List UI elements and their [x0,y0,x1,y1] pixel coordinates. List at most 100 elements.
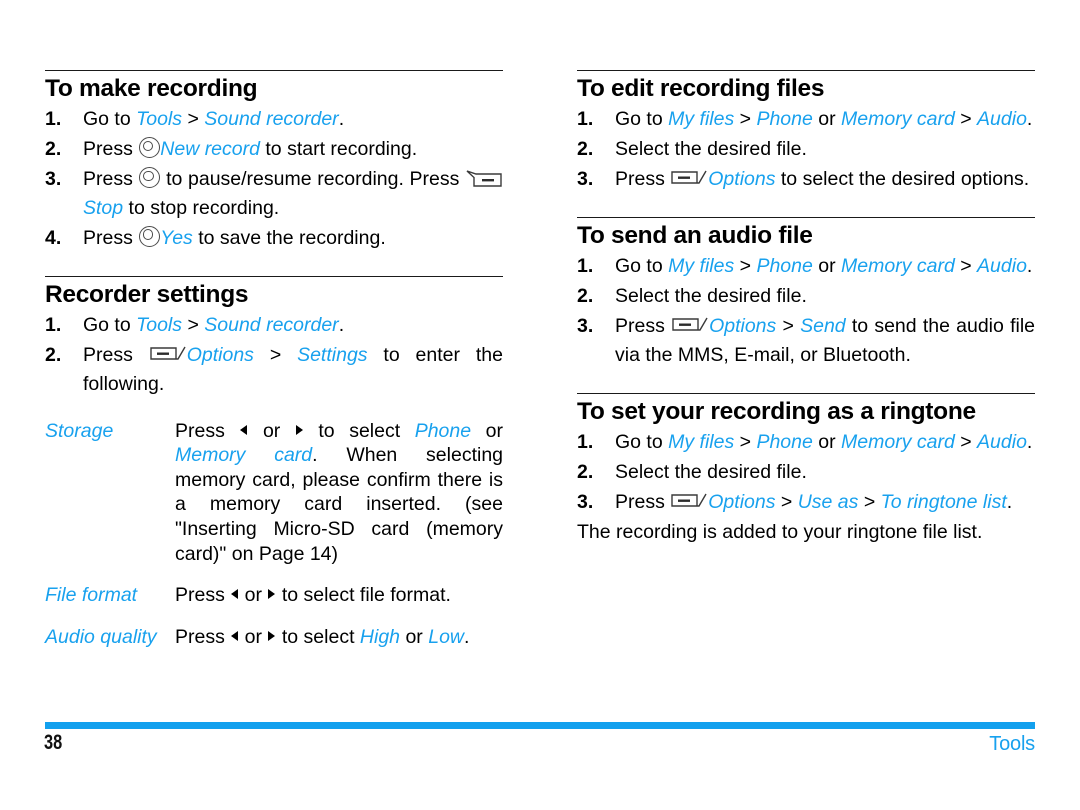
step-text: Select the desired file. [615,285,807,307]
left-column: To make recording 1. Go to Tools > Sound r… [45,70,503,667]
step-item: 2. Press Options > Settings to enter the … [45,341,503,399]
step-number: 3. [577,315,594,338]
section-heading: To edit recording files [577,75,825,102]
body-text: Press [175,419,240,442]
step-text: Go to Tools > Sound recorder. [83,314,344,336]
menu-path-term: My files [668,431,735,454]
footer-accent-bar [45,722,1035,729]
step-text: Go to My files > Phone or Memory card > … [615,108,1032,130]
step-text: Select the desired file. [615,138,807,160]
menu-path-term: Memory card [841,431,955,454]
body-text: or [812,108,842,131]
step-text: Select the desired file. [615,461,807,483]
definition-row: Storage Press or to select Phone or Memor… [45,419,503,566]
menu-path-term: Stop [83,197,124,220]
left-arrow-icon [231,631,239,642]
ok-center-key-icon [139,167,161,189]
menu-path-term: Audio [977,431,1027,454]
definition-row: Audio quality Press or to select High or … [45,625,503,650]
step-list: 1. Go to My files > Phone or Memory card … [577,428,1035,517]
body-text: Press [83,344,149,367]
body-text: or [239,626,268,649]
body-text: > [182,108,205,131]
menu-path-term: Settings [297,344,368,367]
body-text: > [775,491,798,514]
body-text: Select the desired file. [615,461,807,484]
body-text: > [182,314,205,337]
body-text: > [858,491,881,514]
body-text: > [954,431,978,454]
step-text: Press New record to start recording. [83,137,417,160]
menu-path-term: Options [709,315,777,338]
body-text: Press [175,626,231,649]
body-text: > [734,108,757,131]
menu-path-term: Yes [160,226,193,249]
step-number: 1. [45,314,62,337]
right-soft-key-icon [671,170,707,187]
section-divider [45,70,503,71]
step-text: Go to Tools > Sound recorder. [83,108,344,130]
body-text: or [471,419,503,442]
menu-path-term: My files [668,255,735,278]
step-item: 1. Go to My files > Phone or Memory card … [577,105,1035,134]
body-text: or [248,419,295,442]
manual-page: To make recording 1. Go to Tools > Sound r… [0,0,1080,810]
menu-path-term: Audio [977,255,1027,278]
menu-path-term: Sound recorder [204,108,339,131]
section-divider [577,217,1035,219]
ok-center-key-icon [139,137,161,159]
step-number: 3. [577,491,594,514]
step-text: Press to pause/resume recording. Press S… [83,167,503,220]
body-text: Press [175,584,231,607]
step-item: 3. Press Options to select the desired op… [577,165,1035,194]
menu-path-term: Low [428,626,464,649]
definition-term: Storage [45,419,114,442]
settings-definition-list: Storage Press or to select Phone or Memor… [45,419,503,650]
body-text: Select the desired file. [615,285,807,308]
step-item: 1. Go to Tools > Sound recorder. [45,311,503,340]
right-column: To edit recording files 1. Go to My files … [577,70,1035,667]
right-arrow-icon [295,424,303,435]
menu-path-term: Sound recorder [204,314,339,337]
step-item: 2. Select the desired file. [577,282,1035,311]
definition-row: File format Press or to select file forma… [45,583,503,608]
menu-path-term: Audio [977,108,1027,131]
step-text: Press Options > Settings to enter the fo… [83,344,503,395]
step-item: 3. Press to pause/resume recording. Press… [45,165,503,223]
body-text: or [239,584,268,607]
step-number: 2. [577,138,594,161]
step-item: 2. Select the desired file. [577,458,1035,487]
menu-path-term: Options [186,344,254,367]
body-text: Go to [615,108,669,131]
step-item: 2. Select the desired file. [577,135,1035,164]
body-text: . [1006,491,1013,514]
definition-term: File format [45,584,138,607]
body-text: . [1026,108,1033,131]
step-text: Go to My files > Phone or Memory card > … [615,255,1032,277]
body-text: to save the recording. [192,226,386,249]
menu-path-term: Memory card [175,444,313,467]
step-number: 2. [577,461,594,484]
body-text: > [954,108,978,131]
body-text: or [400,626,429,649]
section-divider [577,70,1035,71]
menu-path-term: Options [708,491,776,514]
menu-path-term: Phone [756,431,813,454]
step-text: Press Yes to save the recording. [83,225,386,249]
body-text: Go to [83,108,137,131]
body-text: Press [615,168,671,191]
section-heading: Recorder settings [45,280,249,308]
body-text: > [253,344,298,367]
body-text: to select [276,626,360,649]
step-number: 3. [45,168,62,191]
menu-path-term: High [359,626,401,649]
body-text: Go to [615,255,669,278]
step-number: 2. [45,344,62,367]
section-divider [45,275,503,277]
section-divider [577,392,1035,394]
step-number: 2. [577,285,594,308]
manual-section: To edit recording files 1. Go to My files … [577,70,1035,194]
step-number: 2. [45,138,62,161]
left-arrow-icon [240,424,248,435]
step-text: Go to My files > Phone or Memory card > … [615,431,1032,453]
